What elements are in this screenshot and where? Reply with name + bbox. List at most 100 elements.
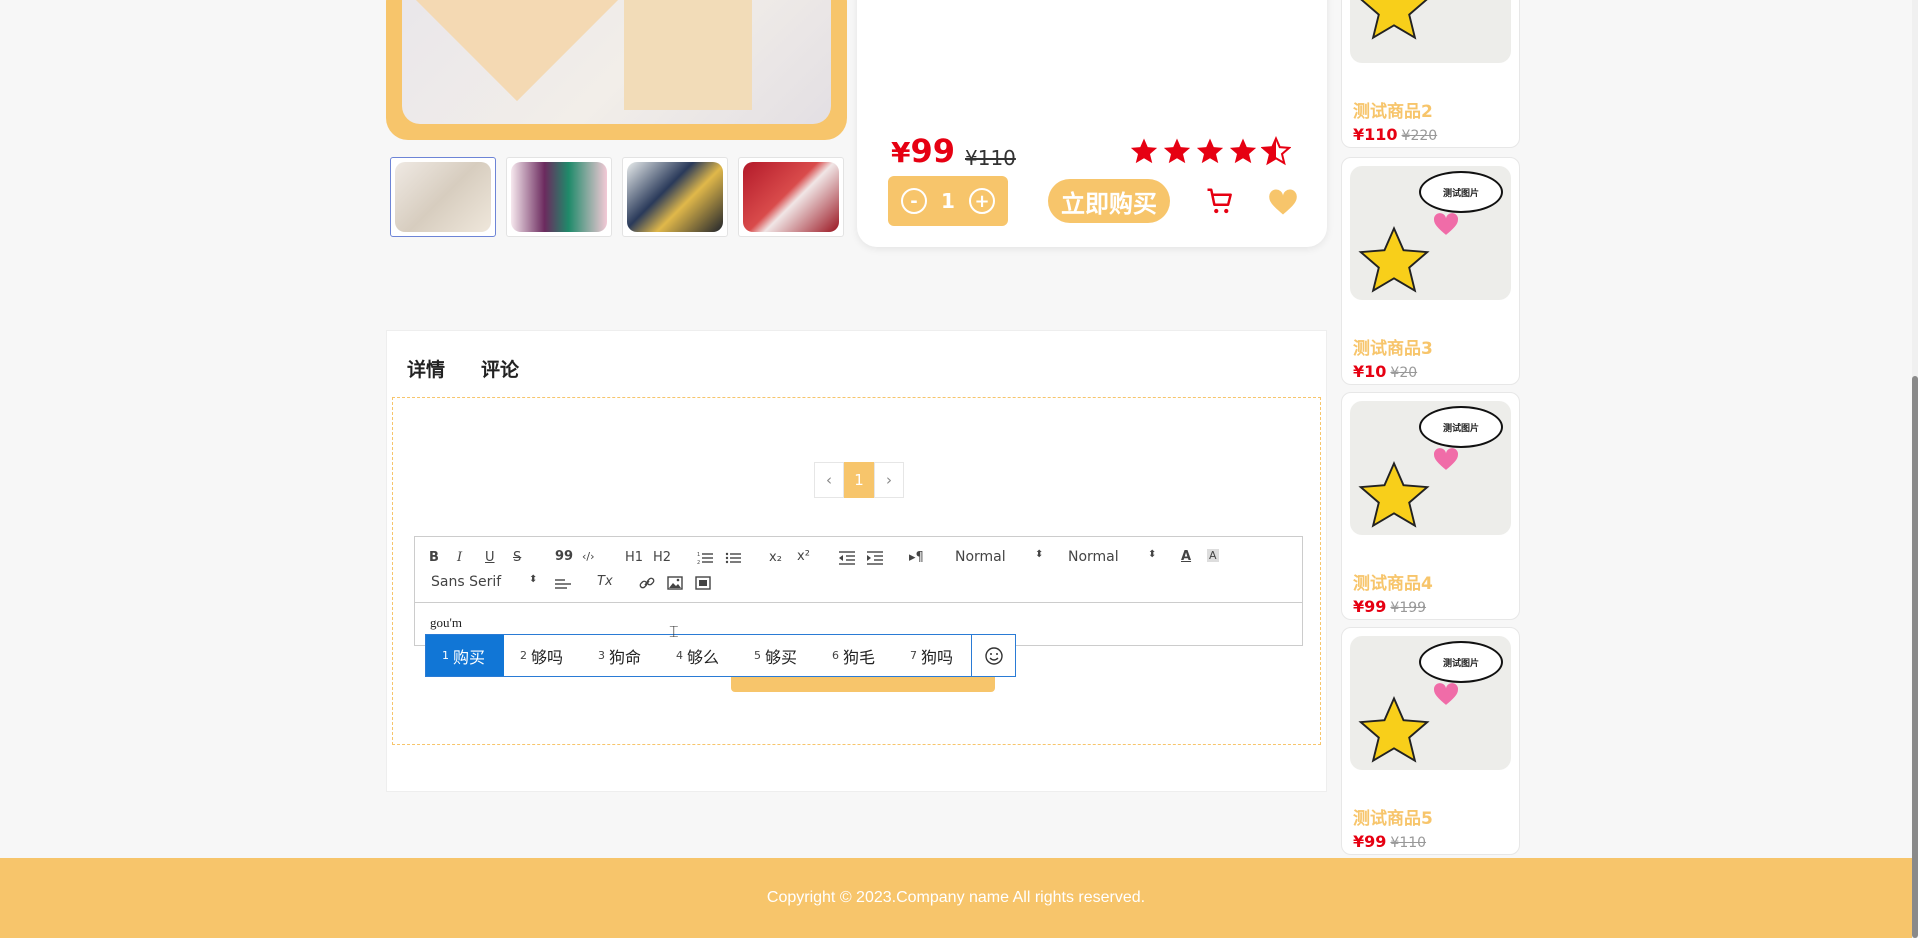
quantity-stepper: - 1 + [888, 176, 1008, 226]
image-icon[interactable] [667, 576, 683, 590]
sidebar-product-price: ¥10 ¥20 [1353, 362, 1418, 381]
sidebar-product-name: 测试商品2 [1353, 102, 1433, 122]
text-cursor-icon: ⌶ [669, 622, 679, 641]
sidebar-product-card[interactable]: 测试商品2 ¥110 ¥220 [1341, 0, 1520, 148]
speech-bubble: 测试图片 [1419, 171, 1503, 213]
tab-bar: 详情 评论 [407, 355, 519, 382]
quantity-value: 1 [941, 189, 955, 213]
sidebar-product-name: 测试商品5 [1353, 809, 1433, 829]
page-scrollbar-thumb[interactable] [1912, 376, 1918, 938]
buy-now-button[interactable]: 立即购买 [1048, 179, 1170, 223]
header-select[interactable]: Normal ⬍ [1068, 549, 1156, 565]
sidebar-product-name: 测试商品3 [1353, 339, 1433, 359]
emoji-icon[interactable] [971, 635, 1015, 676]
text-direction-button[interactable]: ▸¶ [909, 550, 924, 565]
star-icon [1163, 138, 1191, 164]
star-icon [1196, 138, 1224, 164]
ime-candidate-3[interactable]: 3 狗命 [582, 635, 660, 676]
current-price: ¥99 [891, 132, 956, 170]
star-illustration-icon [1358, 695, 1430, 763]
code-block-button[interactable]: ‹/› [582, 550, 595, 563]
cart-icon[interactable] [1205, 186, 1235, 216]
rich-text-editor: B I U S 99 ‹/› H1 H2 12 x₂ x² ▸¶ Normal ⬍… [414, 536, 1303, 646]
background-color-icon[interactable]: A [1207, 549, 1219, 562]
original-price: ¥110 [965, 146, 1016, 170]
comment-section: ‹ 1 › B I U S 99 ‹/› H1 H2 12 x₂ x² ▸¶ N… [392, 397, 1321, 745]
sidebar-product-card[interactable]: 测试图片 测试商品4 ¥99 ¥199 [1341, 392, 1520, 620]
align-left-icon[interactable] [555, 577, 571, 591]
superscript-button[interactable]: x² [797, 549, 810, 564]
sidebar-product-price: ¥99 ¥199 [1353, 597, 1427, 616]
decrease-quantity-button[interactable]: - [901, 188, 927, 214]
heart-icon[interactable] [1268, 188, 1298, 216]
heart-icon [1433, 448, 1459, 470]
editor-toolbar: B I U S 99 ‹/› H1 H2 12 x₂ x² ▸¶ Normal ⬍… [415, 537, 1302, 603]
thumbnail-3[interactable] [622, 157, 728, 237]
sidebar-product-image: 测试图片 [1350, 636, 1511, 770]
thumbnail-strip [390, 157, 844, 237]
main-product-image-frame [386, 0, 847, 140]
sidebar-product-image: 测试图片 [1350, 401, 1511, 535]
main-product-image [402, 0, 831, 124]
video-icon[interactable] [695, 576, 711, 590]
strike-button[interactable]: S [513, 550, 521, 565]
ime-candidate-6[interactable]: 6 狗毛 [816, 635, 894, 676]
half-star-icon [1261, 136, 1291, 166]
svg-text:1: 1 [697, 552, 700, 558]
bullet-list-icon[interactable] [725, 551, 741, 565]
star-icon [1130, 138, 1158, 164]
header-1-button[interactable]: H1 [625, 550, 643, 565]
ime-candidate-2[interactable]: 2 够吗 [504, 635, 582, 676]
heart-icon [1433, 213, 1459, 235]
thumbnail-4[interactable] [738, 157, 844, 237]
next-page-button[interactable]: › [874, 462, 904, 498]
ordered-list-icon[interactable]: 12 [697, 551, 713, 565]
detail-tab-panel: 详情 评论 ‹ 1 › B I U S 99 ‹/› H1 H2 12 x₂ x… [386, 330, 1327, 792]
sidebar-product-card[interactable]: 测试图片 测试商品5 ¥99 ¥110 [1341, 627, 1520, 855]
ime-candidate-5[interactable]: 5 够买 [738, 635, 816, 676]
tab-details[interactable]: 详情 [407, 355, 445, 382]
paper-decoration [624, 0, 752, 110]
header-2-button[interactable]: H2 [653, 550, 671, 565]
sidebar-product-price: ¥99 ¥110 [1353, 832, 1427, 851]
font-color-icon[interactable]: A [1181, 549, 1191, 564]
heart-icon [1433, 683, 1459, 705]
bold-button[interactable]: B [429, 550, 439, 565]
sidebar-product-name: 测试商品4 [1353, 574, 1433, 594]
sidebar-product-image: 测试图片 [1350, 166, 1511, 300]
paper-decoration [410, 0, 624, 102]
clean-format-button[interactable]: Tx [597, 574, 613, 589]
sidebar-product-image [1350, 0, 1511, 63]
size-select[interactable]: Normal ⬍ [955, 549, 1043, 565]
ime-candidate-1[interactable]: 1 购买 [426, 635, 504, 676]
italic-button[interactable]: I [457, 550, 462, 565]
speech-bubble: 测试图片 [1419, 406, 1503, 448]
copyright-text: Copyright © 2023.Company name All rights… [766, 889, 1146, 906]
star-illustration-icon [1360, 0, 1428, 40]
ime-candidate-7[interactable]: 7 狗吗 [894, 635, 972, 676]
link-icon[interactable] [639, 576, 655, 590]
product-info-card: ¥99 ¥110 - 1 + 立即购买 [857, 0, 1327, 247]
tab-comments[interactable]: 评论 [481, 355, 519, 382]
font-select[interactable]: Sans Serif ⬍ [431, 574, 537, 590]
outdent-icon[interactable] [839, 551, 855, 565]
page-footer: Copyright © 2023.Company name All rights… [0, 858, 1912, 938]
ime-candidate-popup: 1 购买 2 够吗 3 狗命 4 够么 5 够买 6 狗毛 7 狗吗 [425, 634, 1016, 677]
indent-icon[interactable] [867, 551, 883, 565]
star-icon [1229, 138, 1257, 164]
subscript-button[interactable]: x₂ [769, 550, 782, 565]
thumbnail-2[interactable] [506, 157, 612, 237]
page-1-button[interactable]: 1 [844, 462, 874, 498]
sidebar-product-card[interactable]: 测试图片 测试商品3 ¥10 ¥20 [1341, 157, 1520, 385]
star-illustration-icon [1358, 460, 1430, 528]
svg-text:2: 2 [697, 560, 700, 565]
underline-button[interactable]: U [485, 550, 495, 565]
thumbnail-1[interactable] [390, 157, 496, 237]
blockquote-button[interactable]: 99 [555, 549, 573, 564]
rating-stars [1129, 136, 1291, 166]
increase-quantity-button[interactable]: + [969, 188, 995, 214]
pagination: ‹ 1 › [814, 462, 904, 498]
submit-comment-button[interactable] [731, 676, 995, 692]
star-illustration-icon [1358, 225, 1430, 293]
prev-page-button[interactable]: ‹ [814, 462, 844, 498]
